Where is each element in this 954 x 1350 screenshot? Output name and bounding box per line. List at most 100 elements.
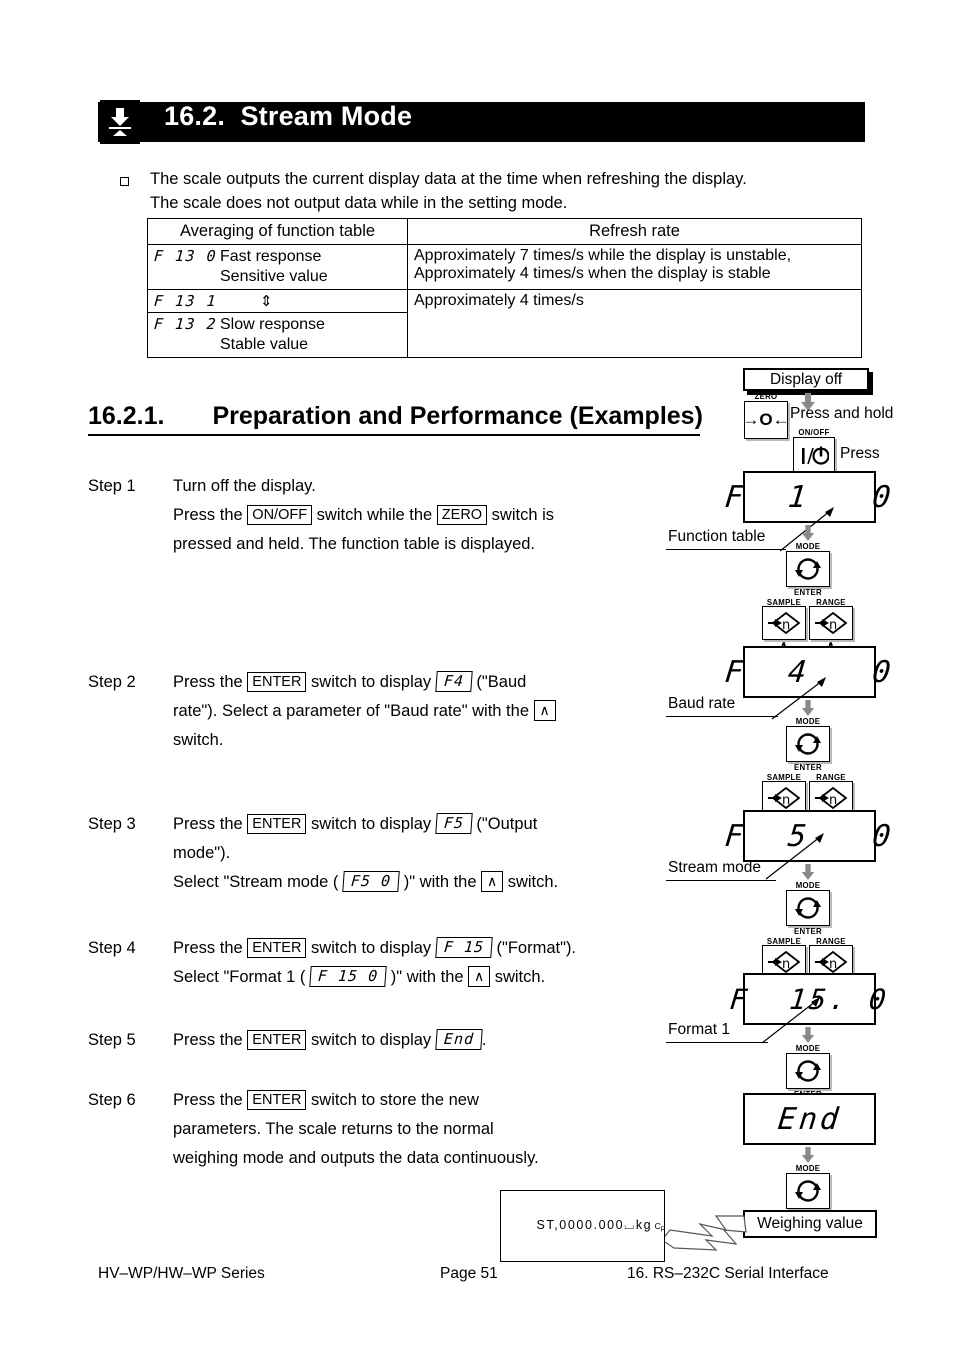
- up-key-icon[interactable]: ∧: [481, 871, 504, 892]
- power-icon: [802, 445, 829, 465]
- step-text: switch is: [487, 506, 555, 524]
- subsection-number: 16.2.1.: [88, 402, 165, 430]
- row-label-line2: Stable value: [220, 336, 309, 353]
- compress-arrows-icon: [100, 100, 140, 144]
- step-text: switch to display: [306, 939, 436, 957]
- rate-line1: Approximately 7 times/s while the displa…: [414, 247, 792, 264]
- step-body: Press the ENTER switch to display End.: [173, 1026, 628, 1055]
- enter-label: ENTER: [794, 926, 822, 936]
- circular-arrows-icon: [795, 897, 821, 919]
- mode-enter-key: [786, 890, 830, 926]
- callout-underline: [666, 1042, 768, 1043]
- range-key: n: [809, 606, 853, 640]
- key-zero[interactable]: ZERO: [436, 505, 488, 525]
- mode-label: MODE: [795, 716, 821, 726]
- enter-label: ENTER: [794, 587, 822, 597]
- table-cell-code-2: F 13 2 Slow response Stable value: [147, 312, 408, 358]
- step-text: Press the: [173, 506, 248, 524]
- step-label: Step 3: [88, 815, 136, 833]
- intro-paragraph: The scale outputs the current display da…: [150, 167, 850, 215]
- callout-underline: [666, 716, 778, 717]
- row-label-line1: Slow response: [220, 316, 325, 333]
- table-header-averaging: Averaging of function table: [147, 218, 408, 245]
- lcd-inline-code: F 15 0: [309, 966, 387, 987]
- mode-label: MODE: [795, 1163, 821, 1173]
- lightning-connector-icon: [661, 1215, 747, 1251]
- table-row: F 13 0 Fast response Sensitive value App…: [147, 244, 862, 290]
- subsection-title: Preparation and Performance (Examples): [212, 402, 703, 430]
- step-text: Press the: [173, 815, 248, 833]
- key-enter[interactable]: ENTER: [247, 672, 307, 692]
- step-text: Press the: [173, 939, 248, 957]
- row-label: Fast response Sensitive value: [220, 247, 328, 287]
- lcd-inline-code: F5: [435, 813, 473, 834]
- lcd-code: F 13 0: [153, 247, 218, 265]
- table-row: F 13 1 ⇕ Approximately 4 times/s: [147, 289, 862, 358]
- mode-enter-key: [786, 726, 830, 762]
- table-cell-rate-1: Approximately 4 times/s: [407, 289, 862, 358]
- section-title: Stream Mode: [240, 101, 413, 131]
- key-enter[interactable]: ENTER: [247, 814, 307, 834]
- lcd-code: F 13 1: [153, 292, 218, 310]
- lcd-value: End: [776, 1101, 843, 1137]
- svg-text:n: n: [782, 618, 790, 633]
- up-key-icon[interactable]: ∧: [533, 700, 556, 721]
- callout-function-table: Function table: [668, 528, 766, 545]
- step-3: Step 3 Press the ENTER switch to display …: [88, 810, 628, 897]
- mode-enter-key: [786, 1053, 830, 1089]
- step-text: switch while the: [312, 506, 437, 524]
- mode-label: MODE: [795, 880, 821, 890]
- svg-text:n: n: [829, 618, 837, 633]
- onoff-key: [793, 437, 835, 475]
- table-header-refresh: Refresh rate: [407, 218, 862, 245]
- svg-text:n: n: [782, 957, 790, 972]
- step-label: Step 4: [88, 939, 136, 957]
- heading-rule: [88, 434, 700, 436]
- step-text: Select "Stream mode (: [173, 873, 344, 891]
- footer-center: Page 51: [440, 1265, 498, 1282]
- key-enter[interactable]: ENTER: [247, 938, 307, 958]
- step-label: Step 6: [88, 1091, 136, 1109]
- step-body: Press the ENTER switch to display F5 ("O…: [173, 810, 628, 897]
- step-6: Step 6 Press the ENTER switch to store th…: [88, 1086, 628, 1173]
- step-text: parameters. The scale returns to the nor…: [173, 1120, 494, 1138]
- key-enter[interactable]: ENTER: [247, 1030, 307, 1050]
- zero-key-glyph: →O←: [742, 410, 790, 429]
- lcd-inline-code: F 15: [435, 937, 493, 958]
- step-text: ("Baud: [471, 673, 527, 691]
- sample-diamond-icon: n: [768, 611, 801, 635]
- weighing-value-box: Weighing value: [743, 1210, 877, 1238]
- section-number: 16.2.: [164, 101, 226, 131]
- step-body: Press the ENTER switch to display F 15 (…: [173, 934, 628, 992]
- step-text: ("Output: [471, 815, 538, 833]
- leader-line: [761, 997, 820, 1044]
- range-diamond-icon: n: [815, 611, 848, 635]
- serial-line-1: ST,0000.000⌴kg CR LF: [501, 1191, 664, 1261]
- step-label: Step 5: [88, 1031, 136, 1049]
- step-5: Step 5 Press the ENTER switch to display …: [88, 1026, 628, 1055]
- step-label: Step 1: [88, 477, 136, 495]
- step-text: Select "Format 1 (: [173, 968, 310, 986]
- key-on-off[interactable]: ON/OFF: [247, 505, 313, 525]
- step-text: rate"). Select a parameter of "Baud rate…: [173, 702, 534, 720]
- row-label-line1: Fast response: [220, 248, 322, 265]
- lcd-inline-code: End: [435, 1029, 483, 1050]
- range-diamond-icon: n: [815, 950, 848, 974]
- circular-arrows-icon: [795, 558, 821, 580]
- rate-line2: Approximately 4 times/s when the display…: [414, 265, 771, 282]
- callout-underline: [666, 880, 776, 881]
- mode-label: MODE: [795, 1043, 821, 1053]
- subsection-heading: 16.2.1. Preparation and Performance (Exam…: [88, 402, 703, 436]
- step-body: Turn off the display. Press the ON/OFF sw…: [173, 472, 628, 559]
- step-text: Press the: [173, 673, 248, 691]
- key-enter[interactable]: ENTER: [247, 1090, 307, 1110]
- step-body: Press the ENTER switch to store the new p…: [173, 1086, 628, 1173]
- callout-format-1: Format 1: [668, 1021, 731, 1038]
- manual-page: 16.2. Stream Mode The scale outputs the …: [0, 0, 954, 1350]
- footer-right: 16. RS–232C Serial Interface: [627, 1265, 829, 1282]
- svg-text:n: n: [782, 793, 790, 808]
- leader-line: [765, 833, 824, 880]
- up-key-icon[interactable]: ∧: [468, 966, 491, 987]
- page-title: 16.2. Stream Mode: [164, 101, 412, 132]
- step-text: pressed and held. The function table is …: [173, 535, 536, 553]
